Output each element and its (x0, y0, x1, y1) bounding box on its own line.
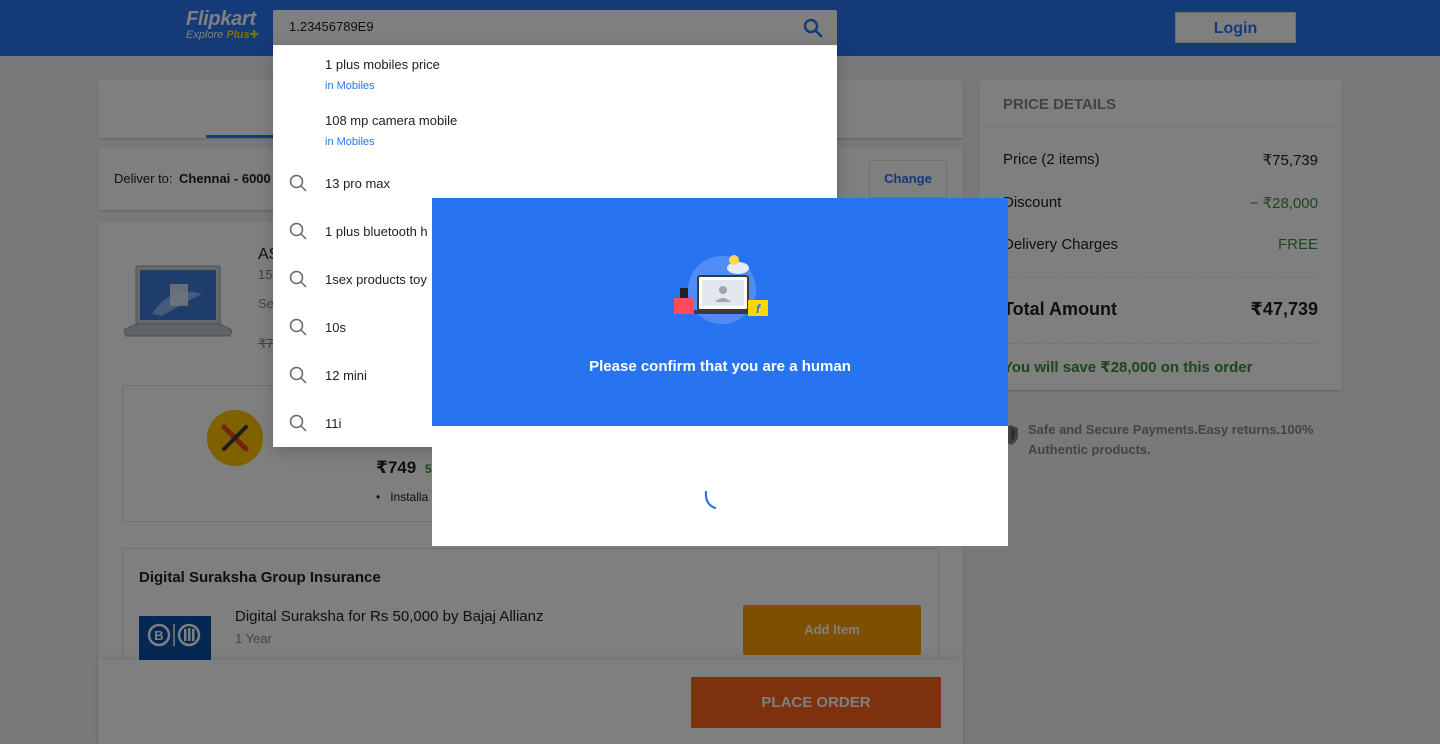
suggestion-title: 1 plus bluetooth h (325, 224, 428, 239)
suggestion-title: 13 pro max (325, 176, 391, 191)
search-icon (289, 270, 307, 288)
captcha-message: Please confirm that you are a human (589, 358, 851, 375)
search-icon (289, 174, 307, 192)
suggestion-item[interactable]: 1 plus mobiles price in Mobiles (273, 46, 837, 94)
suggestion-title: 1 plus mobiles price (325, 57, 440, 72)
suggestion-title: 11i (325, 416, 342, 431)
search-icon (289, 414, 307, 432)
loading-spinner-icon (704, 490, 717, 510)
captcha-modal: f Please confirm that you are a human (432, 198, 1008, 546)
suggestion-title: 10s (325, 320, 346, 335)
suggestion-category: in Mobiles (325, 80, 375, 92)
search-icon (289, 366, 307, 384)
captcha-header: f Please confirm that you are a human (432, 198, 1008, 426)
suggestion-item[interactable]: 108 mp camera mobile in Mobiles (273, 102, 837, 150)
security-check-illustration: f (674, 255, 768, 324)
suggestion-title: 12 mini (325, 368, 367, 383)
search-icon (289, 318, 307, 336)
suggestion-title: 108 mp camera mobile (325, 113, 458, 128)
search-icon (289, 222, 307, 240)
suggestion-title: 1sex products toy (325, 272, 427, 287)
suggestion-category: in Mobiles (325, 136, 375, 148)
